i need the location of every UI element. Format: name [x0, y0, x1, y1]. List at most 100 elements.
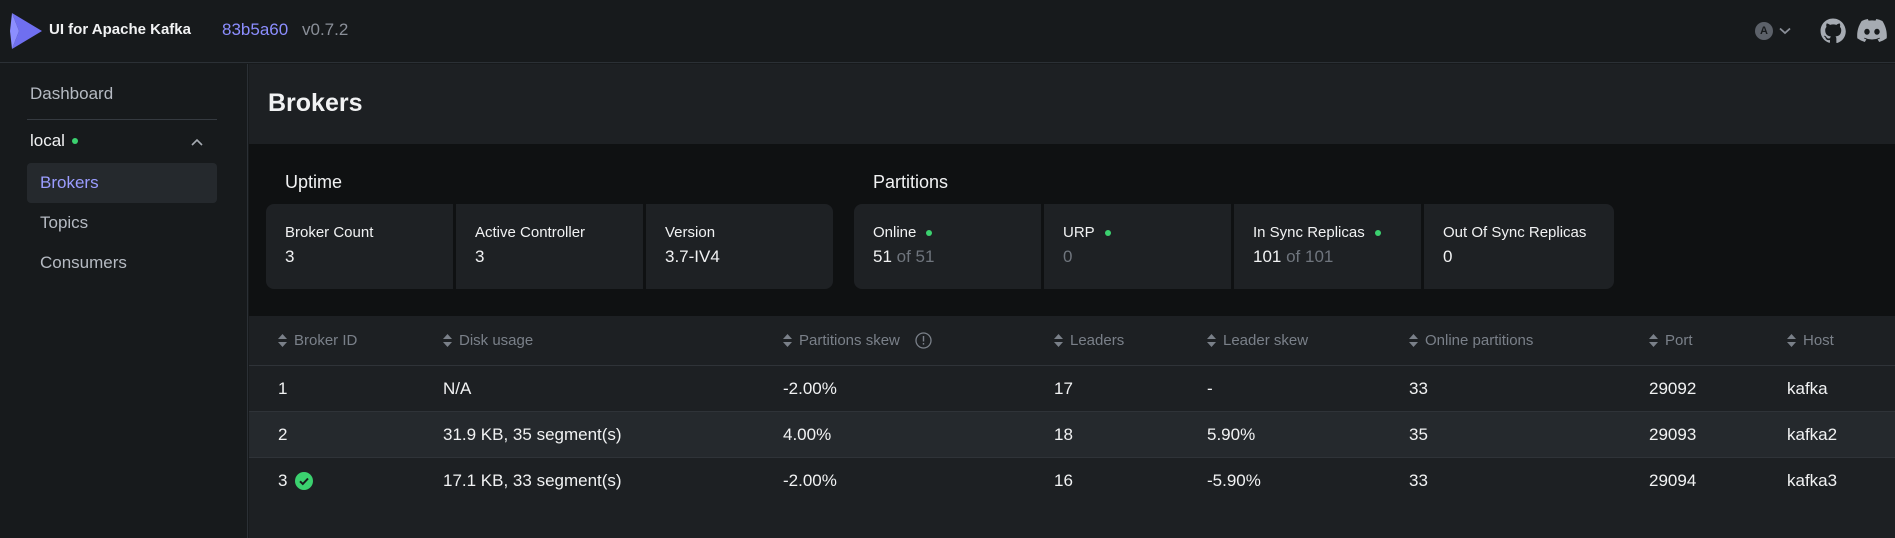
- sort-icon: [1787, 334, 1796, 347]
- metric-value: 101: [1253, 247, 1282, 266]
- sidebar-divider: [27, 119, 217, 120]
- cell-broker-id[interactable]: 1: [278, 379, 287, 399]
- sidebar-item-label: Consumers: [40, 253, 127, 272]
- cell-disk-usage: 17.1 KB, 33 segment(s): [443, 471, 622, 490]
- cell-leader-skew: -5.90%: [1207, 471, 1261, 490]
- uptime-label: Uptime: [285, 172, 343, 192]
- language-select[interactable]: A: [1755, 22, 1791, 40]
- version-label: v0.7.2: [302, 20, 349, 39]
- metric-card-online: Online 51 of 51: [854, 204, 1041, 289]
- sidebar-item-topics[interactable]: Topics: [27, 203, 217, 243]
- cell-disk-usage: 31.9 KB, 35 segment(s): [443, 425, 622, 444]
- column-header-partitions-skew[interactable]: Partitions skew: [783, 332, 932, 349]
- cell-leaders: 18: [1054, 425, 1073, 444]
- table-row[interactable]: 1 N/A -2.00% 17 - 33 29092 kafka: [249, 366, 1895, 412]
- cell-online-partitions: 33: [1409, 471, 1428, 490]
- metric-title: Online: [873, 224, 917, 241]
- sort-icon: [1207, 334, 1216, 347]
- partitions-label: Partitions: [873, 172, 949, 192]
- cell-leaders: 17: [1054, 379, 1073, 398]
- metric-value: 0: [1443, 247, 1453, 266]
- cell-broker-id[interactable]: 2: [278, 425, 287, 445]
- cluster-status-dot: [71, 138, 78, 144]
- cell-port: 29092: [1649, 379, 1697, 398]
- metric-title: Active Controller: [475, 224, 586, 241]
- column-header-leader-skew[interactable]: Leader skew: [1207, 332, 1308, 349]
- metric-title: In Sync Replicas: [1253, 224, 1365, 241]
- language-icon: A: [1755, 22, 1773, 40]
- kafka-logo-icon[interactable]: [10, 13, 42, 49]
- active-controller-check-icon: [295, 472, 314, 490]
- sort-icon: [1409, 334, 1418, 347]
- chevron-down-icon: [1779, 27, 1791, 35]
- sidebar-cluster-local[interactable]: local: [30, 131, 78, 151]
- metric-total: of 51: [891, 247, 935, 266]
- metric-value: 51: [873, 247, 892, 266]
- cell-disk-usage: N/A: [443, 379, 472, 398]
- sidebar-item-dashboard[interactable]: Dashboard: [30, 84, 113, 104]
- cell-leader-skew: 5.90%: [1207, 425, 1256, 444]
- metric-card-in-sync-replicas: In Sync Replicas 101 of 101: [1234, 204, 1421, 289]
- column-header-online-partitions[interactable]: Online partitions: [1409, 332, 1533, 349]
- cell-online-partitions: 33: [1409, 379, 1428, 398]
- metric-card-out-of-sync-replicas: Out Of Sync Replicas 0: [1424, 204, 1614, 289]
- discord-icon[interactable]: [1857, 19, 1887, 43]
- column-header-disk-usage[interactable]: Disk usage: [443, 332, 533, 349]
- column-header-host[interactable]: Host: [1787, 332, 1834, 349]
- metric-value: 0: [1063, 247, 1073, 266]
- cell-online-partitions: 35: [1409, 425, 1428, 444]
- cell-host: kafka: [1787, 379, 1828, 398]
- column-header-broker-id[interactable]: Broker ID: [278, 332, 357, 349]
- cell-leader-skew: -: [1207, 379, 1213, 398]
- version-hash-link[interactable]: 83b5a60: [222, 20, 288, 40]
- status-dot: [926, 229, 933, 236]
- uptime-cards: Broker Count 3 Active Controller 3 Versi…: [266, 204, 833, 289]
- brokers-table: Broker ID Disk usage Partitions skew Lea…: [249, 316, 1895, 504]
- info-icon[interactable]: [915, 332, 932, 349]
- metric-value: 3: [285, 247, 295, 266]
- metric-total: of 101: [1281, 247, 1334, 266]
- sort-icon: [1649, 334, 1658, 347]
- table-row[interactable]: 3 17.1 KB, 33 segment(s) -2.00% 16 -5.90…: [249, 458, 1895, 504]
- cluster-name: local: [30, 131, 65, 150]
- table-row[interactable]: 2 31.9 KB, 35 segment(s) 4.00% 18 5.90% …: [249, 412, 1895, 458]
- cell-port: 29093: [1649, 425, 1697, 444]
- cell-leaders: 16: [1054, 471, 1073, 490]
- sidebar: Dashboard local Brokers Topics Consumers: [0, 64, 248, 538]
- cell-partitions-skew: -2.00%: [783, 379, 837, 398]
- app-title[interactable]: UI for Apache Kafka: [49, 21, 191, 38]
- cell-host: kafka2: [1787, 425, 1838, 444]
- column-header-port[interactable]: Port: [1649, 332, 1693, 349]
- metric-card-version: Version 3.7-IV4: [646, 204, 833, 289]
- metric-title: Version: [665, 224, 716, 241]
- metrics-panel: Uptime Broker Count 3 Active Controller …: [249, 144, 1895, 316]
- metric-title: Broker Count: [285, 224, 374, 241]
- chevron-up-icon[interactable]: [190, 137, 204, 147]
- sidebar-item-brokers[interactable]: Brokers: [27, 163, 217, 203]
- github-icon[interactable]: [1820, 18, 1846, 44]
- cell-port: 29094: [1649, 471, 1697, 490]
- sort-icon: [1054, 334, 1063, 347]
- partition-cards: Online 51 of 51 URP 0 In Sync Replicas 1…: [854, 204, 1614, 289]
- cell-host: kafka3: [1787, 471, 1838, 490]
- sort-icon: [443, 334, 452, 347]
- sort-icon: [278, 334, 287, 347]
- metric-title: Out Of Sync Replicas: [1443, 224, 1587, 241]
- column-header-leaders[interactable]: Leaders: [1054, 332, 1124, 349]
- sidebar-item-label: Topics: [40, 213, 89, 232]
- status-dot: [1374, 229, 1381, 236]
- metric-card-broker-count: Broker Count 3: [266, 204, 453, 289]
- top-navbar: UI for Apache Kafka 83b5a60 v0.7.2 A: [0, 0, 1895, 63]
- cell-partitions-skew: 4.00%: [783, 425, 832, 444]
- page-title: Brokers: [268, 89, 363, 117]
- sidebar-item-consumers[interactable]: Consumers: [27, 243, 217, 283]
- metric-title: URP: [1063, 224, 1095, 241]
- metric-value: 3.7-IV4: [665, 247, 720, 266]
- sidebar-item-label: Brokers: [40, 173, 99, 192]
- sort-icon: [783, 334, 792, 347]
- metric-value: 3: [475, 247, 485, 266]
- status-dot: [1104, 229, 1111, 236]
- cell-partitions-skew: -2.00%: [783, 471, 837, 490]
- metric-card-urp: URP 0: [1044, 204, 1231, 289]
- cell-broker-id[interactable]: 3: [278, 471, 314, 491]
